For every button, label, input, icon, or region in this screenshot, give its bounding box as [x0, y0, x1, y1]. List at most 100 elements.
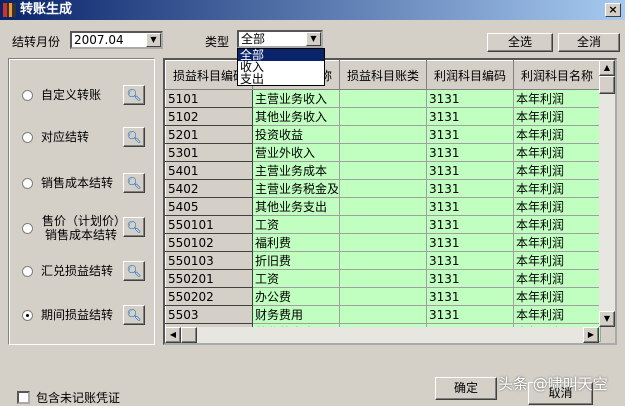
table-cell[interactable]: 5401 — [165, 161, 253, 180]
table-cell[interactable]: 3131 — [426, 215, 514, 234]
table-row[interactable]: 550201 工资 3131 本年利润 — [165, 269, 601, 288]
chevron-down-icon[interactable]: ▼ — [146, 33, 161, 47]
table-cell[interactable]: 本年利润 — [513, 107, 601, 126]
table-cell[interactable]: 3131 — [426, 107, 514, 126]
type-option[interactable]: 支出 — [238, 73, 324, 85]
table-row[interactable]: 550101 工资 3131 本年利润 — [165, 215, 601, 234]
table-cell[interactable] — [339, 107, 427, 126]
table-cell[interactable]: 本年利润 — [513, 251, 601, 270]
table-cell[interactable]: 3131 — [426, 161, 514, 180]
table-cell[interactable]: 福利费 — [252, 233, 340, 252]
radio-button[interactable] — [22, 131, 33, 143]
table-cell[interactable] — [339, 269, 427, 288]
table-cell[interactable]: 5101 — [165, 89, 253, 108]
scroll-thumb[interactable] — [181, 327, 197, 343]
table-cell[interactable]: 本年利润 — [513, 143, 601, 162]
select-all-button[interactable]: 全选 — [487, 33, 553, 52]
table-row[interactable]: 5101 主营业务收入 3131 本年利润 — [165, 89, 601, 108]
radio-button[interactable] — [22, 222, 33, 234]
table-cell[interactable]: 本年利润 — [513, 287, 601, 306]
table-cell[interactable]: 3131 — [426, 89, 514, 108]
column-header[interactable]: 利润科目名称 — [513, 60, 601, 90]
table-row[interactable]: 5401 主营业务成本 3131 本年利润 — [165, 161, 601, 180]
table-row[interactable]: 5402主营业务税金及附加 3131本年利润 — [165, 179, 601, 198]
table-cell[interactable]: 5102 — [165, 107, 253, 126]
table-cell[interactable]: 3131 — [426, 251, 514, 270]
table-cell[interactable]: 本年利润 — [513, 197, 601, 216]
table-cell[interactable]: 5402 — [165, 179, 253, 198]
table-cell[interactable] — [339, 125, 427, 144]
table-cell[interactable] — [339, 143, 427, 162]
table-cell[interactable]: 营业外收入 — [252, 143, 340, 162]
table-row[interactable]: 5201 投资收益 3131 本年利润 — [165, 125, 601, 144]
table-cell[interactable]: 3131 — [426, 125, 514, 144]
table-row[interactable]: 550102 福利费 3131 本年利润 — [165, 233, 601, 252]
table-cell[interactable] — [339, 251, 427, 270]
table-cell[interactable]: 550201 — [165, 269, 253, 288]
checkbox-box[interactable] — [17, 391, 30, 404]
table-cell[interactable]: 折旧费 — [252, 251, 340, 270]
table-cell[interactable] — [339, 287, 427, 306]
table-cell[interactable]: 3131 — [426, 143, 514, 162]
table-cell[interactable] — [339, 197, 427, 216]
table-cell[interactable]: 3131 — [426, 233, 514, 252]
include-unposted-checkbox[interactable]: 包含未记账凭证 — [17, 389, 120, 406]
table-cell[interactable]: 5503 — [165, 305, 253, 324]
table-row[interactable]: 5405 其他业务支出 3131 本年利润 — [165, 197, 601, 216]
scroll-right-icon[interactable]: ▶ — [583, 327, 599, 343]
table-cell[interactable]: 550101 — [165, 215, 253, 234]
table-cell[interactable]: 本年利润 — [513, 89, 601, 108]
table-row[interactable]: 5301 营业外收入 3131 本年利润 — [165, 143, 601, 162]
month-select[interactable]: 2007.04 ▼ — [70, 31, 163, 49]
vertical-scrollbar[interactable]: ▲ ▼ — [599, 60, 615, 327]
table-cell[interactable]: 主营业务税金及附加 — [252, 179, 340, 198]
table-cell[interactable]: 财务费用 — [252, 305, 340, 324]
table-cell[interactable]: 工资 — [252, 215, 340, 234]
table-row[interactable]: 550103 折旧费 3131 本年利润 — [165, 251, 601, 270]
table-cell[interactable]: 其他业务收入 — [252, 107, 340, 126]
column-header[interactable]: 损益科目账类 — [339, 60, 427, 90]
radio-button[interactable] — [22, 309, 33, 321]
option-item[interactable]: 汇兑损益结转 — [22, 264, 113, 278]
table-cell[interactable]: 5201 — [165, 125, 253, 144]
chevron-down-icon[interactable]: ▼ — [306, 32, 321, 46]
table-cell[interactable] — [339, 215, 427, 234]
table-cell[interactable]: 投资收益 — [252, 125, 340, 144]
horizontal-scrollbar[interactable]: ◀ ▶ — [165, 327, 599, 343]
scroll-up-icon[interactable]: ▲ — [599, 60, 615, 76]
table-cell[interactable]: 主营业务收入 — [252, 89, 340, 108]
table-cell[interactable]: 3131 — [426, 179, 514, 198]
table-cell[interactable]: 本年利润 — [513, 305, 601, 324]
table-cell[interactable]: 3131 — [426, 197, 514, 216]
table-cell[interactable]: 5405 — [165, 197, 253, 216]
table-cell[interactable]: 3131 — [426, 305, 514, 324]
table-cell[interactable]: 3131 — [426, 287, 514, 306]
table-cell[interactable]: 本年利润 — [513, 125, 601, 144]
option-item[interactable]: 售价（计划价）销售成本结转 — [22, 214, 121, 242]
table-cell[interactable]: 办公费 — [252, 287, 340, 306]
radio-button[interactable] — [22, 177, 33, 189]
table-cell[interactable]: 本年利润 — [513, 179, 601, 198]
table-cell[interactable]: 本年利润 — [513, 269, 601, 288]
table-cell[interactable] — [339, 179, 427, 198]
scroll-down-icon[interactable]: ▼ — [599, 311, 615, 327]
search-icon[interactable]: 🔍︎ — [123, 85, 145, 105]
option-item[interactable]: 期间损益结转 — [22, 308, 113, 322]
table-cell[interactable]: 主营业务成本 — [252, 161, 340, 180]
table-row[interactable]: 550202 办公费 3131 本年利润 — [165, 287, 601, 306]
search-icon[interactable]: 🔍︎ — [123, 217, 145, 237]
table-cell[interactable] — [339, 233, 427, 252]
column-header[interactable]: 利润科目编码 — [426, 60, 514, 90]
close-button[interactable]: × — [605, 3, 621, 17]
table-cell[interactable]: 3131 — [426, 269, 514, 288]
table-row[interactable]: 5102 其他业务收入 3131 本年利润 — [165, 107, 601, 126]
table-cell[interactable]: 工资 — [252, 269, 340, 288]
radio-button[interactable] — [22, 265, 33, 277]
table-cell[interactable]: 本年利润 — [513, 233, 601, 252]
table-cell[interactable]: 本年利润 — [513, 161, 601, 180]
table-cell[interactable]: 550202 — [165, 287, 253, 306]
option-item[interactable]: 自定义转账 — [22, 88, 101, 102]
table-cell[interactable]: 本年利润 — [513, 215, 601, 234]
table-cell[interactable]: 550102 — [165, 233, 253, 252]
table-cell[interactable]: 550103 — [165, 251, 253, 270]
